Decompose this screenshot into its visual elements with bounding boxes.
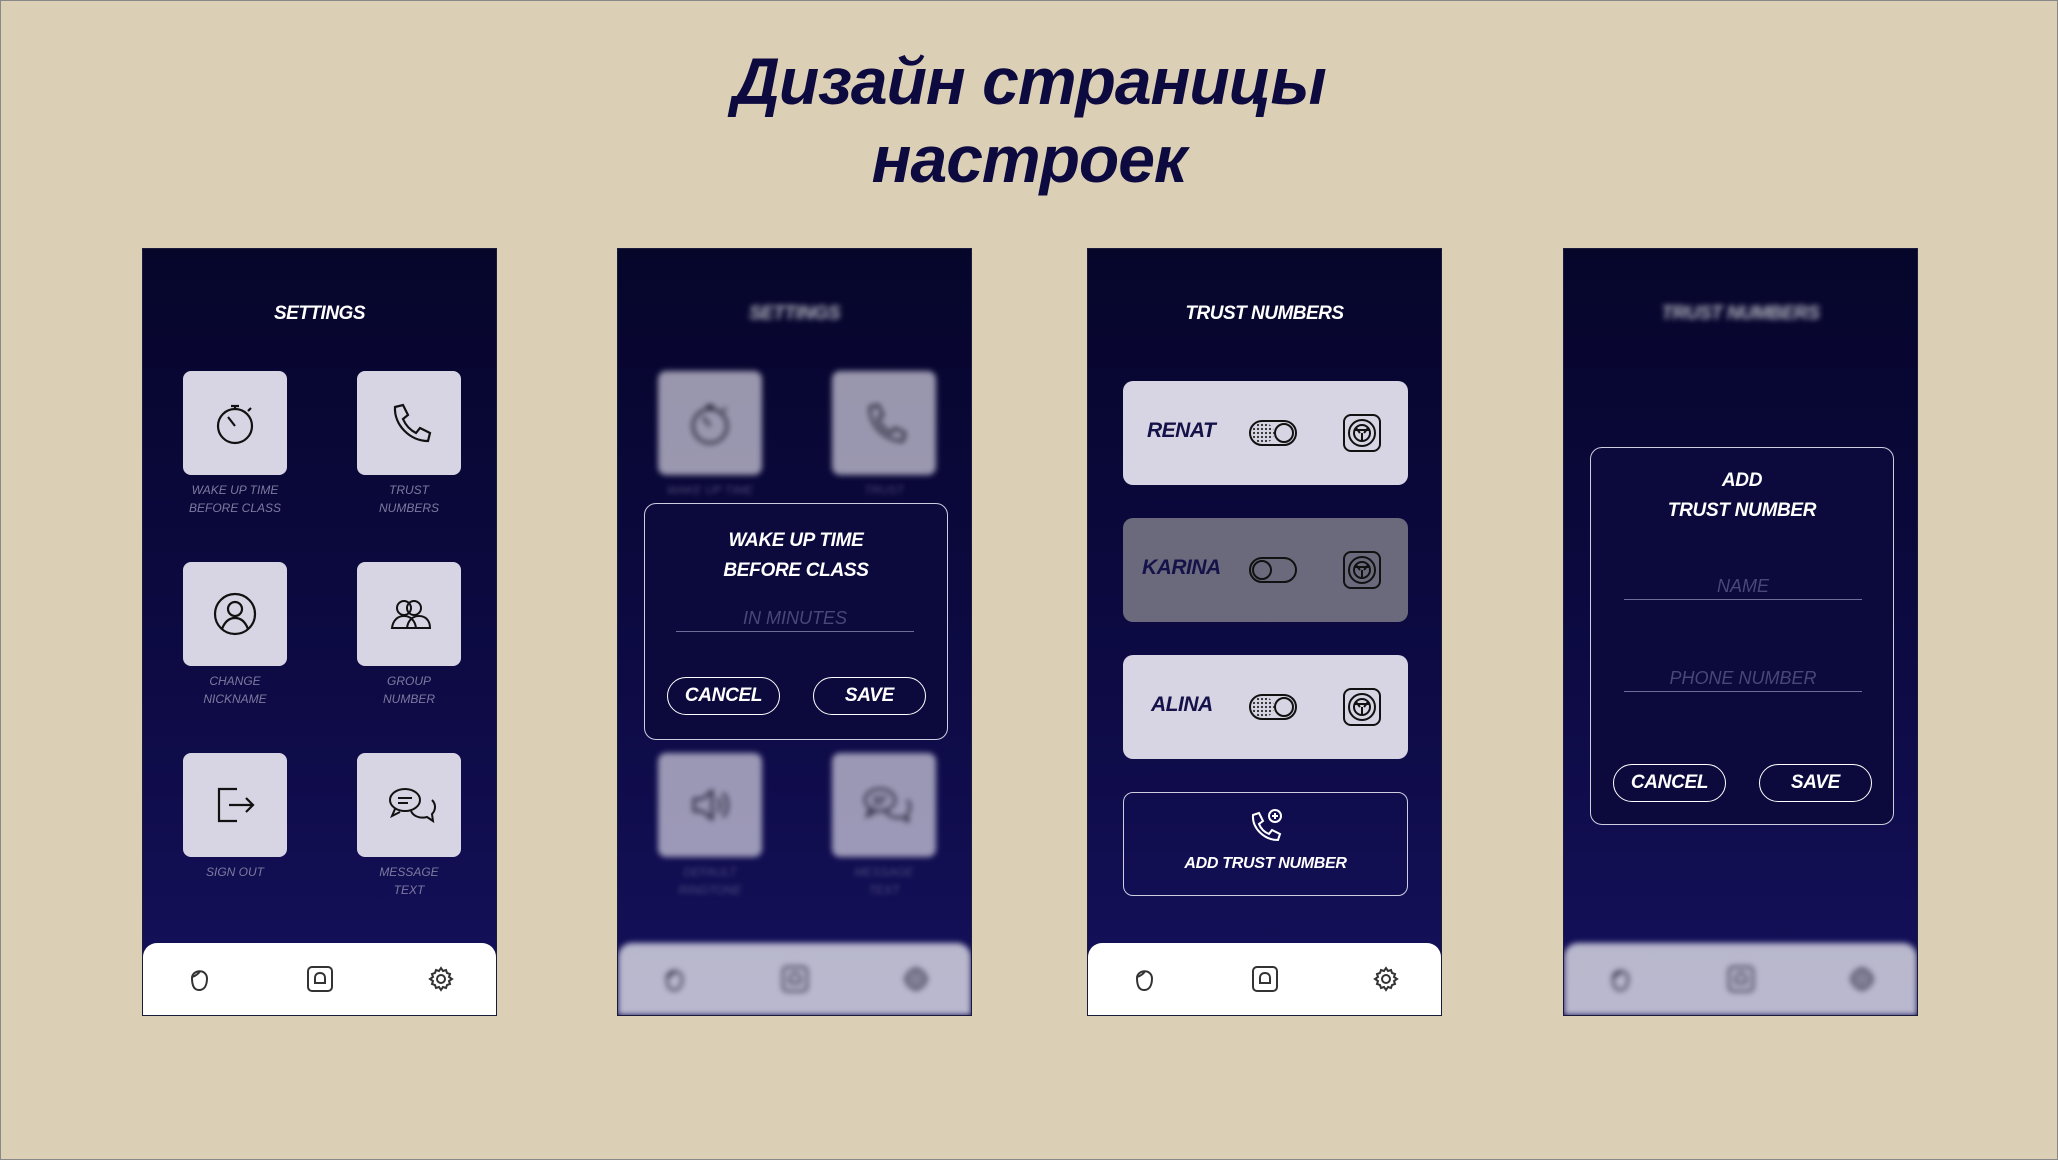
steering-icon[interactable] [1342, 550, 1382, 590]
bell-icon [1728, 966, 1754, 992]
nav-profile[interactable] [185, 965, 213, 993]
nav-settings [1848, 965, 1876, 993]
message-text-label: MESSAGE TEXT [854, 865, 914, 897]
screen-settings-dialog: SETTINGS WAKE UP TIME TRUST DEFAULT RINGT… [617, 248, 972, 1016]
save-button[interactable]: SAVE [1759, 764, 1872, 802]
bottom-nav [143, 943, 496, 1015]
wake-up-time-label: WAKE UP TIME BEFORE CLASS [188, 483, 282, 515]
screen-trust-numbers: TRUST NUMBERS RENAT KARINA ALINA ADD TRU… [1087, 248, 1442, 1016]
cancel-button[interactable]: CANCEL [1613, 764, 1726, 802]
message-text-tile [832, 753, 936, 857]
gear-icon [1374, 967, 1398, 991]
sign-out-tile[interactable] [183, 753, 287, 857]
trust-numbers-tile [832, 371, 936, 475]
screen-settings: SETTINGS WAKE UP TIME BEFORE CLASS TRUST N… [142, 248, 497, 1016]
face-icon [666, 970, 683, 991]
add-phone-icon [1251, 809, 1282, 841]
group-number-label: GROUP NUMBER [382, 674, 435, 706]
user-circle-icon [213, 592, 257, 636]
add-trust-number-dialog: ADD TRUST NUMBER NAME PHONE NUMBER CANCEL… [1590, 447, 1894, 825]
steering-icon[interactable] [1342, 687, 1382, 727]
cancel-button[interactable]: CANCEL [667, 677, 780, 715]
dialog-title: ADD TRUST NUMBER [1667, 470, 1817, 521]
contact-toggle[interactable] [1249, 420, 1297, 446]
gear-icon [904, 967, 928, 991]
contact-card[interactable]: KARINA [1123, 518, 1408, 622]
bell-icon [782, 966, 808, 992]
chat-icon [389, 788, 436, 822]
trust-numbers-label: TRUST [864, 483, 904, 497]
nav-profile[interactable] [1130, 965, 1158, 993]
page-title-line2: настроек [871, 122, 1188, 196]
nav-alarm[interactable] [1251, 965, 1279, 993]
wake-up-dialog: WAKE UP TIME BEFORE CLASS IN MINUTES CANC… [644, 503, 948, 740]
wake-up-time-tile[interactable] [183, 371, 287, 475]
stopwatch-icon [691, 404, 729, 445]
screen-header: SETTINGS [273, 303, 366, 324]
screen-header: TRUST NUMBERS [1185, 303, 1344, 324]
nav-alarm [1727, 965, 1755, 993]
face-icon [1136, 970, 1153, 991]
dialog-title: WAKE UP TIME BEFORE CLASS [723, 530, 869, 581]
save-button[interactable]: SAVE [813, 677, 926, 715]
contact-card[interactable]: ALINA [1123, 655, 1408, 759]
add-trust-number-button[interactable]: ADD TRUST NUMBER [1123, 792, 1408, 896]
chat-icon [864, 788, 911, 822]
nav-settings[interactable] [1372, 965, 1400, 993]
nav-settings[interactable] [427, 965, 455, 993]
page-title: Дизайн страницы настроек [0, 42, 2058, 198]
change-nickname-tile[interactable] [183, 562, 287, 666]
nav-profile [1606, 965, 1634, 993]
nav-alarm [781, 965, 809, 993]
add-trust-number-label: ADD TRUST NUMBER [1184, 855, 1347, 872]
default-ringtone-tile [658, 753, 762, 857]
wake-up-time-label: WAKE UP TIME [666, 483, 754, 497]
stopwatch-icon [216, 404, 254, 445]
contact-name: ALINA [1151, 693, 1213, 716]
default-ringtone-label: DEFAULT RINGTONE [678, 865, 742, 897]
phone-icon [868, 403, 907, 443]
message-text-tile[interactable] [357, 753, 461, 857]
face-icon [1612, 970, 1629, 991]
bottom-nav [1088, 943, 1441, 1015]
gear-icon [1850, 967, 1874, 991]
phone-number-input[interactable]: PHONE NUMBER [1624, 668, 1862, 692]
bell-icon [1252, 966, 1278, 992]
screen-header: SETTINGS [748, 303, 841, 324]
trust-numbers-tile[interactable] [357, 371, 461, 475]
screen-header: TRUST NUMBERS [1661, 303, 1820, 324]
contact-toggle[interactable] [1249, 557, 1297, 583]
sign-out-icon [217, 787, 255, 823]
contact-name: KARINA [1142, 556, 1221, 579]
nav-profile [660, 965, 688, 993]
sign-out-label: SIGN OUT [205, 865, 264, 879]
speaker-icon [692, 789, 729, 821]
message-text-label: MESSAGE TEXT [379, 865, 439, 897]
steering-icon[interactable] [1342, 413, 1382, 453]
contact-card[interactable]: RENAT [1123, 381, 1408, 485]
bottom-nav [1564, 943, 1917, 1015]
nav-settings [902, 965, 930, 993]
face-icon [191, 970, 208, 991]
screen-add-trust-number: TRUST NUMBERS ADD TRUST NUMBER NAME PHONE… [1563, 248, 1918, 1016]
contact-name: RENAT [1147, 419, 1216, 442]
group-icon [391, 600, 431, 629]
nav-alarm[interactable] [306, 965, 334, 993]
contact-toggle[interactable] [1249, 694, 1297, 720]
bell-icon [307, 966, 333, 992]
phone-icon [393, 403, 432, 443]
wake-up-time-tile [658, 371, 762, 475]
change-nickname-label: CHANGE NICKNAME [203, 674, 267, 706]
page-title-line1: Дизайн страницы [732, 44, 1326, 118]
trust-numbers-label: TRUST NUMBERS [378, 483, 439, 515]
minutes-input[interactable]: IN MINUTES [676, 608, 914, 632]
bottom-nav [618, 943, 971, 1015]
name-input[interactable]: NAME [1624, 576, 1862, 600]
gear-icon [429, 967, 453, 991]
group-number-tile[interactable] [357, 562, 461, 666]
